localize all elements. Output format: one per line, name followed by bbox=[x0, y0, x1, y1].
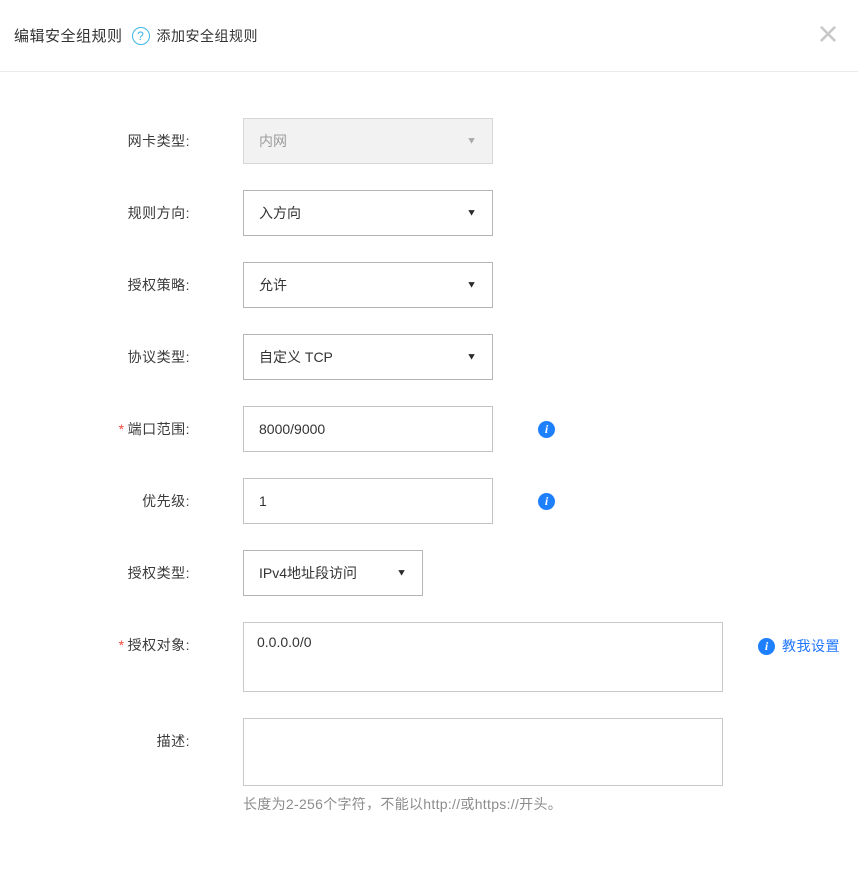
dialog-title: 编辑安全组规则 bbox=[14, 25, 123, 46]
dialog-header: 编辑安全组规则 ? 添加安全组规则 bbox=[0, 0, 858, 72]
rule-direction-select[interactable]: 入方向 ▼ bbox=[243, 190, 493, 236]
description-hint: 长度为2-256个字符，不能以http://或https://开头。 bbox=[243, 794, 723, 814]
description-textarea[interactable] bbox=[243, 718, 723, 786]
row-nic-type: 网卡类型: 内网 ▼ bbox=[0, 118, 858, 164]
dialog-subtitle: 添加安全组规则 bbox=[157, 26, 259, 46]
protocol-select[interactable]: 自定义 TCP ▼ bbox=[243, 334, 493, 380]
description-label: 描述: bbox=[0, 718, 190, 751]
priority-input[interactable] bbox=[243, 478, 493, 524]
policy-value: 允许 bbox=[259, 275, 287, 295]
row-description: 描述: 长度为2-256个字符，不能以http://或https://开头。 bbox=[0, 718, 858, 814]
dropdown-arrow-icon: ▼ bbox=[466, 352, 477, 362]
security-group-rule-form: 网卡类型: 内网 ▼ 规则方向: 入方向 ▼ 授权策略: 允许 ▼ 协议类型 bbox=[0, 72, 858, 814]
info-icon[interactable]: i bbox=[758, 638, 775, 655]
row-auth-object: *授权对象: 0.0.0.0/0 i 教我设置 bbox=[0, 622, 858, 692]
row-rule-direction: 规则方向: 入方向 ▼ bbox=[0, 190, 858, 236]
row-protocol: 协议类型: 自定义 TCP ▼ bbox=[0, 334, 858, 380]
policy-label: 授权策略: bbox=[0, 275, 190, 295]
dropdown-arrow-icon: ▼ bbox=[396, 568, 407, 578]
required-asterisk: * bbox=[119, 421, 125, 437]
rule-direction-value: 入方向 bbox=[259, 203, 301, 223]
auth-object-label: *授权对象: bbox=[0, 622, 190, 655]
protocol-value: 自定义 TCP bbox=[259, 347, 333, 367]
rule-direction-label: 规则方向: bbox=[0, 203, 190, 223]
nic-type-value: 内网 bbox=[259, 131, 287, 151]
row-priority: 优先级: i bbox=[0, 478, 858, 524]
protocol-label: 协议类型: bbox=[0, 347, 190, 367]
close-icon[interactable]: × bbox=[806, 14, 850, 54]
auth-type-label: 授权类型: bbox=[0, 563, 190, 583]
dropdown-arrow-icon: ▼ bbox=[466, 136, 477, 146]
nic-type-label: 网卡类型: bbox=[0, 131, 190, 151]
info-icon[interactable]: i bbox=[538, 421, 555, 438]
dropdown-arrow-icon: ▼ bbox=[466, 208, 477, 218]
port-range-input[interactable] bbox=[243, 406, 493, 452]
dropdown-arrow-icon: ▼ bbox=[466, 280, 477, 290]
help-icon[interactable]: ? bbox=[132, 27, 150, 45]
row-port-range: *端口范围: i bbox=[0, 406, 858, 452]
auth-type-value: IPv4地址段访问 bbox=[259, 563, 357, 583]
edit-security-group-rule-dialog: { "header": { "title": "编辑安全组规则", "subti… bbox=[0, 0, 858, 879]
priority-label: 优先级: bbox=[0, 491, 190, 511]
teach-me-link[interactable]: 教我设置 bbox=[782, 636, 840, 656]
auth-type-select[interactable]: IPv4地址段访问 ▼ bbox=[243, 550, 423, 596]
row-policy: 授权策略: 允许 ▼ bbox=[0, 262, 858, 308]
required-asterisk: * bbox=[119, 637, 125, 653]
row-auth-type: 授权类型: IPv4地址段访问 ▼ bbox=[0, 550, 858, 596]
auth-object-textarea[interactable]: 0.0.0.0/0 bbox=[243, 622, 723, 692]
info-icon[interactable]: i bbox=[538, 493, 555, 510]
policy-select[interactable]: 允许 ▼ bbox=[243, 262, 493, 308]
port-range-label: *端口范围: bbox=[0, 419, 190, 439]
nic-type-select: 内网 ▼ bbox=[243, 118, 493, 164]
